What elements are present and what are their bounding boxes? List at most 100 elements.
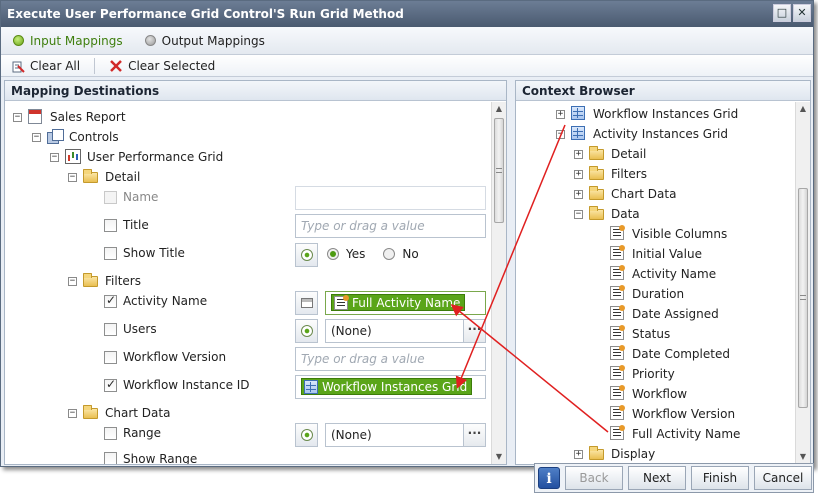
workflow-version-checkbox[interactable] — [104, 350, 117, 364]
context-item[interactable]: Initial Value — [610, 245, 702, 263]
collapse-icon[interactable]: − — [32, 132, 41, 142]
collapse-icon[interactable]: − — [574, 209, 583, 219]
context-item-label: Activity Name — [632, 267, 717, 281]
mapped-token[interactable]: Full Activity Name — [331, 294, 466, 311]
tree-node-chart-data[interactable]: − Chart Data — [68, 404, 170, 422]
finish-button[interactable]: Finish — [691, 466, 749, 490]
tree-node-detail[interactable]: − Detail — [68, 168, 140, 186]
back-button[interactable]: Back — [565, 466, 623, 490]
grid-icon — [571, 106, 585, 120]
tree-node-user-performance-grid[interactable]: − User Performance Grid — [50, 148, 223, 166]
mapped-token[interactable]: Workflow Instances Grid — [301, 378, 473, 395]
ellipsis-button[interactable]: ··· — [463, 424, 485, 446]
wizard-buttons: i Back Next Finish Cancel — [534, 463, 814, 493]
collapse-icon[interactable]: − — [13, 112, 22, 122]
show-title-checkbox[interactable] — [104, 246, 117, 260]
green-dot-icon — [13, 35, 24, 46]
expand-icon[interactable]: + — [556, 109, 565, 119]
cancel-button[interactable]: Cancel — [754, 466, 812, 490]
title-value-field[interactable]: Type or drag a value — [295, 214, 486, 238]
scroll-up-icon[interactable]: ▲ — [796, 102, 810, 116]
context-item[interactable]: Date Completed — [610, 345, 730, 363]
title-bar: Execute User Performance Grid Control'S … — [1, 1, 813, 27]
range-select[interactable]: (None) ··· — [325, 423, 486, 447]
scroll-thumb[interactable] — [494, 118, 504, 223]
clear-selected-button[interactable]: Clear Selected — [109, 59, 215, 73]
mapping-row-range: Range — [104, 424, 161, 442]
users-checkbox[interactable] — [104, 322, 117, 336]
show-range-checkbox[interactable] — [104, 452, 117, 464]
maximize-button[interactable]: □ — [773, 4, 791, 22]
context-item[interactable]: + Chart Data — [574, 185, 676, 203]
expand-icon[interactable]: + — [574, 149, 583, 159]
context-item[interactable]: Status — [610, 325, 670, 343]
context-item[interactable]: Priority — [610, 365, 675, 383]
expand-icon[interactable]: + — [574, 169, 583, 179]
users-select[interactable]: (None) ··· — [325, 319, 486, 343]
collapse-icon[interactable]: − — [556, 129, 565, 139]
range-mode-button[interactable] — [295, 423, 318, 447]
context-item-label: Priority — [632, 367, 675, 381]
activity-name-mode-button[interactable] — [295, 291, 318, 315]
toolbar: Clear All Clear Selected — [1, 55, 813, 77]
node-label: Sales Report — [50, 110, 126, 124]
context-item[interactable]: + Detail — [574, 145, 646, 163]
users-value: (None) — [331, 324, 372, 338]
tree-node-controls[interactable]: − Controls — [32, 128, 119, 146]
info-icon[interactable]: i — [538, 467, 560, 489]
context-item[interactable]: + Display — [574, 445, 655, 463]
tab-input-mappings[interactable]: Input Mappings — [13, 34, 123, 48]
context-item[interactable]: + Filters — [574, 165, 647, 183]
left-scrollbar[interactable]: ▲ ▼ — [491, 102, 506, 464]
context-item[interactable]: − Activity Instances Grid — [556, 125, 728, 143]
clear-all-button[interactable]: Clear All — [11, 59, 80, 73]
scroll-up-icon[interactable]: ▲ — [492, 102, 506, 116]
context-item[interactable]: − Data — [574, 205, 640, 223]
context-item[interactable]: Date Assigned — [610, 305, 719, 323]
clear-selected-label: Clear Selected — [128, 58, 216, 73]
collapse-icon[interactable]: − — [68, 276, 77, 286]
expand-icon[interactable]: + — [574, 189, 583, 199]
show-title-radio-group: Yes No — [327, 247, 419, 261]
activity-name-field[interactable]: Full Activity Name — [325, 291, 486, 315]
title-checkbox[interactable] — [104, 218, 117, 232]
scroll-thumb[interactable] — [798, 188, 808, 408]
ellipsis-button[interactable]: ··· — [463, 320, 485, 342]
grid-icon — [571, 126, 585, 140]
context-item[interactable]: Activity Name — [610, 265, 716, 283]
next-button[interactable]: Next — [628, 466, 686, 490]
workflow-instance-id-field[interactable]: Workflow Instances Grid — [295, 375, 486, 399]
context-item[interactable]: Workflow Version — [610, 405, 735, 423]
collapse-icon[interactable]: − — [68, 408, 77, 418]
property-icon — [610, 305, 625, 320]
context-item-label: Visible Columns — [632, 227, 728, 241]
range-checkbox[interactable] — [104, 426, 117, 440]
token-label: Full Activity Name — [352, 295, 461, 310]
yes-radio[interactable] — [327, 248, 339, 260]
collapse-icon[interactable]: − — [68, 172, 77, 182]
no-radio[interactable] — [383, 248, 396, 260]
token-label: Workflow Instances Grid — [322, 379, 468, 394]
context-item[interactable]: + Workflow Instances Grid — [556, 105, 738, 123]
scroll-down-icon[interactable]: ▼ — [796, 450, 810, 464]
right-scrollbar[interactable]: ▲ ▼ — [795, 102, 810, 464]
show-title-mode-button[interactable] — [295, 243, 318, 267]
context-item[interactable]: Full Activity Name — [610, 425, 740, 443]
collapse-icon[interactable]: − — [50, 152, 59, 162]
close-button[interactable]: ✕ — [793, 4, 811, 22]
workflow-instance-id-checkbox[interactable] — [104, 377, 117, 392]
scroll-down-icon[interactable]: ▼ — [492, 450, 506, 464]
tab-output-mappings[interactable]: Output Mappings — [144, 34, 265, 48]
activity-name-checkbox[interactable] — [104, 293, 117, 308]
context-item[interactable]: Duration — [610, 285, 684, 303]
users-mode-button[interactable] — [295, 319, 318, 343]
tree-node-filters[interactable]: − Filters — [68, 272, 141, 290]
tree-node-sales-report[interactable]: − Sales Report — [13, 108, 126, 126]
workflow-version-field[interactable]: Type or drag a value — [295, 347, 486, 371]
context-item-label: Duration — [632, 287, 685, 301]
expand-icon[interactable]: + — [574, 449, 583, 459]
tab-label: Input Mappings — [30, 33, 123, 48]
context-item[interactable]: Workflow — [610, 385, 687, 403]
name-field — [295, 186, 486, 210]
context-item[interactable]: Visible Columns — [610, 225, 727, 243]
